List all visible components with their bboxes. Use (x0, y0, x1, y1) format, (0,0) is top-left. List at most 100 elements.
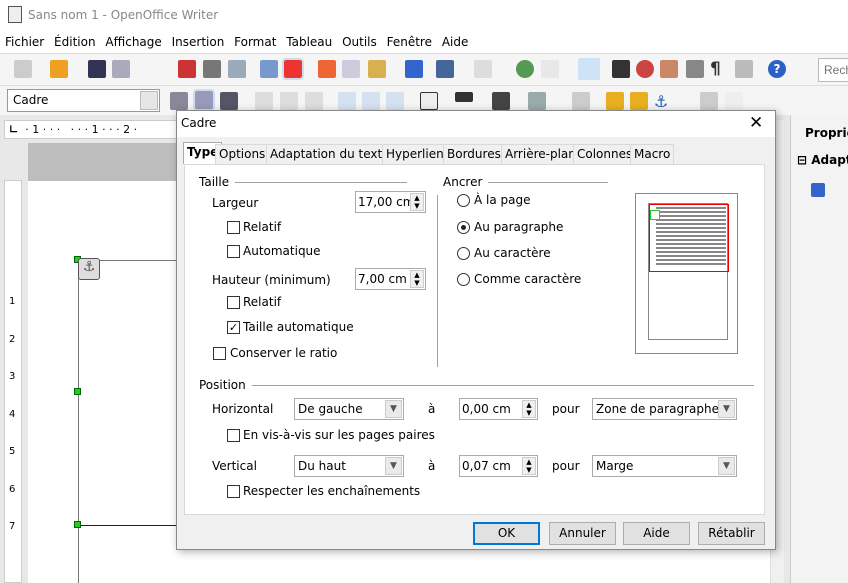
align-bottom-icon[interactable] (386, 92, 404, 110)
tab-hyperlien[interactable]: Hyperlien (382, 144, 448, 164)
align-left-icon[interactable] (255, 92, 273, 110)
anchor-character-radio[interactable] (457, 247, 470, 260)
menu-outils[interactable]: Outils (342, 32, 377, 52)
anchor-icon[interactable]: ⚓ (654, 92, 672, 111)
new-document-icon[interactable] (14, 60, 32, 78)
relative-height-checkbox[interactable] (227, 296, 240, 309)
wrap-through-icon[interactable] (220, 92, 238, 110)
resize-handle[interactable] (74, 388, 81, 395)
spin-arrows-icon[interactable]: ▲ ▼ (410, 270, 424, 288)
gallery-icon[interactable] (660, 60, 678, 78)
help-button[interactable]: Aide (623, 522, 690, 545)
tab-macro[interactable]: Macro (630, 144, 675, 164)
horizontal-offset-field[interactable]: 0,00 cm ▲ ▼ (459, 398, 538, 420)
sidebar: Propriét ⊟ Adaptat (790, 115, 848, 583)
automatic-checkbox[interactable] (227, 245, 240, 258)
redo-icon[interactable] (474, 60, 492, 78)
style-select[interactable]: Cadre (7, 89, 160, 112)
vertical-ruler[interactable]: 1 2 3 4 5 6 7 (4, 180, 22, 583)
search-input[interactable] (818, 58, 848, 82)
borders-icon[interactable] (420, 92, 438, 110)
navigator-icon[interactable] (636, 60, 654, 78)
vertical-reference-select[interactable]: Marge ▼ (592, 455, 737, 477)
anchor-paragraph-radio[interactable] (457, 221, 470, 234)
tab-adaptation-du-texte[interactable]: Adaptation du texte (266, 144, 394, 164)
print-icon[interactable] (203, 60, 221, 78)
tab-arriere-plan[interactable]: Arrière-plan (501, 144, 580, 164)
format-paintbrush-icon[interactable] (405, 60, 423, 78)
reset-button[interactable]: Rétablir (698, 522, 765, 545)
save-icon[interactable] (88, 60, 106, 78)
zoom-icon[interactable] (735, 60, 753, 78)
align-middle-icon[interactable] (362, 92, 380, 110)
anchor-as-character-radio[interactable] (457, 273, 470, 286)
menu-format[interactable]: Format (234, 32, 276, 52)
spin-arrows-icon[interactable]: ▲ ▼ (522, 400, 536, 418)
menu-affichage[interactable]: Affichage (105, 32, 161, 52)
anchor-marker-icon[interactable]: ⚓ (78, 258, 100, 280)
keep-ratio-checkbox[interactable] (213, 347, 226, 360)
ok-button[interactable]: OK (473, 522, 540, 545)
menu-insertion[interactable]: Insertion (172, 32, 225, 52)
position-section: Position (199, 378, 754, 392)
find-replace-icon[interactable] (612, 60, 630, 78)
email-icon[interactable] (112, 60, 130, 78)
align-top-icon[interactable] (338, 92, 356, 110)
auto-size-checkbox[interactable]: ✓ (227, 321, 240, 334)
background-color-icon[interactable] (528, 92, 546, 110)
menu-aide[interactable]: Aide (442, 32, 469, 52)
pdf-icon[interactable] (178, 60, 196, 78)
mirror-checkbox[interactable] (227, 429, 240, 442)
spin-arrows-icon[interactable]: ▲ ▼ (522, 457, 536, 475)
tab-options[interactable]: Options (215, 144, 270, 164)
unlink-frames-icon[interactable] (725, 92, 743, 110)
resize-handle[interactable] (74, 521, 81, 528)
border-color-icon[interactable] (492, 92, 510, 110)
vertical-offset-field[interactable]: 0,07 cm ▲ ▼ (459, 455, 538, 477)
link-frames-icon[interactable] (700, 92, 718, 110)
bring-to-front-icon[interactable] (606, 92, 624, 110)
copy-icon[interactable] (342, 60, 360, 78)
help-icon[interactable]: ? (768, 60, 786, 78)
frame-properties-icon[interactable] (572, 92, 590, 110)
open-icon[interactable] (50, 60, 68, 78)
height-field[interactable]: 7,00 cm ▲ ▼ (355, 268, 426, 290)
tab-colonnes[interactable]: Colonnes (573, 144, 637, 164)
wrap-page-icon[interactable] (193, 89, 215, 111)
navigator-globe-icon[interactable] (516, 60, 534, 78)
menu-fichier[interactable]: Fichier (5, 32, 44, 52)
horizontal-reference-select[interactable]: Zone de paragraphe ▼ (592, 398, 737, 420)
tab-bordures[interactable]: Bordures (443, 144, 505, 164)
menu-fenetre[interactable]: Fenêtre (387, 32, 432, 52)
undo-icon[interactable] (436, 60, 454, 78)
autospell-icon[interactable] (282, 58, 304, 80)
menu-tableau[interactable]: Tableau (286, 32, 332, 52)
width-field[interactable]: 17,00 cm ▲ ▼ (355, 191, 426, 213)
paste-icon[interactable] (368, 60, 386, 78)
sidebar-section[interactable]: ⊟ Adaptat (797, 153, 848, 167)
pilcrow-icon[interactable]: ¶ (710, 59, 728, 79)
send-to-back-icon[interactable] (630, 92, 648, 110)
wrap-icon[interactable] (811, 183, 825, 197)
line-style-icon[interactable] (455, 92, 473, 102)
size-label: Taille (199, 175, 230, 189)
follow-text-flow-checkbox[interactable] (227, 485, 240, 498)
table-icon[interactable] (541, 60, 559, 78)
vertical-select[interactable]: Du haut ▼ (294, 455, 404, 477)
horizontal-select[interactable]: De gauche ▼ (294, 398, 404, 420)
wrap-off-icon[interactable] (170, 92, 188, 110)
spin-arrows-icon[interactable]: ▲ ▼ (410, 193, 424, 211)
draw-functions-icon[interactable] (578, 58, 600, 80)
align-center-icon[interactable] (280, 92, 298, 110)
anchor-page-radio[interactable] (457, 194, 470, 207)
relative-width-checkbox[interactable] (227, 221, 240, 234)
close-icon[interactable]: ✕ (749, 113, 763, 133)
cancel-button[interactable]: Annuler (549, 522, 616, 545)
anchor-paragraph-label: Au paragraphe (474, 220, 564, 234)
print-preview-icon[interactable] (228, 60, 246, 78)
align-right-icon[interactable] (305, 92, 323, 110)
menu-edition[interactable]: Édition (54, 32, 96, 52)
data-sources-icon[interactable] (686, 60, 704, 78)
cut-icon[interactable] (318, 60, 336, 78)
spellcheck-icon[interactable] (260, 60, 278, 78)
